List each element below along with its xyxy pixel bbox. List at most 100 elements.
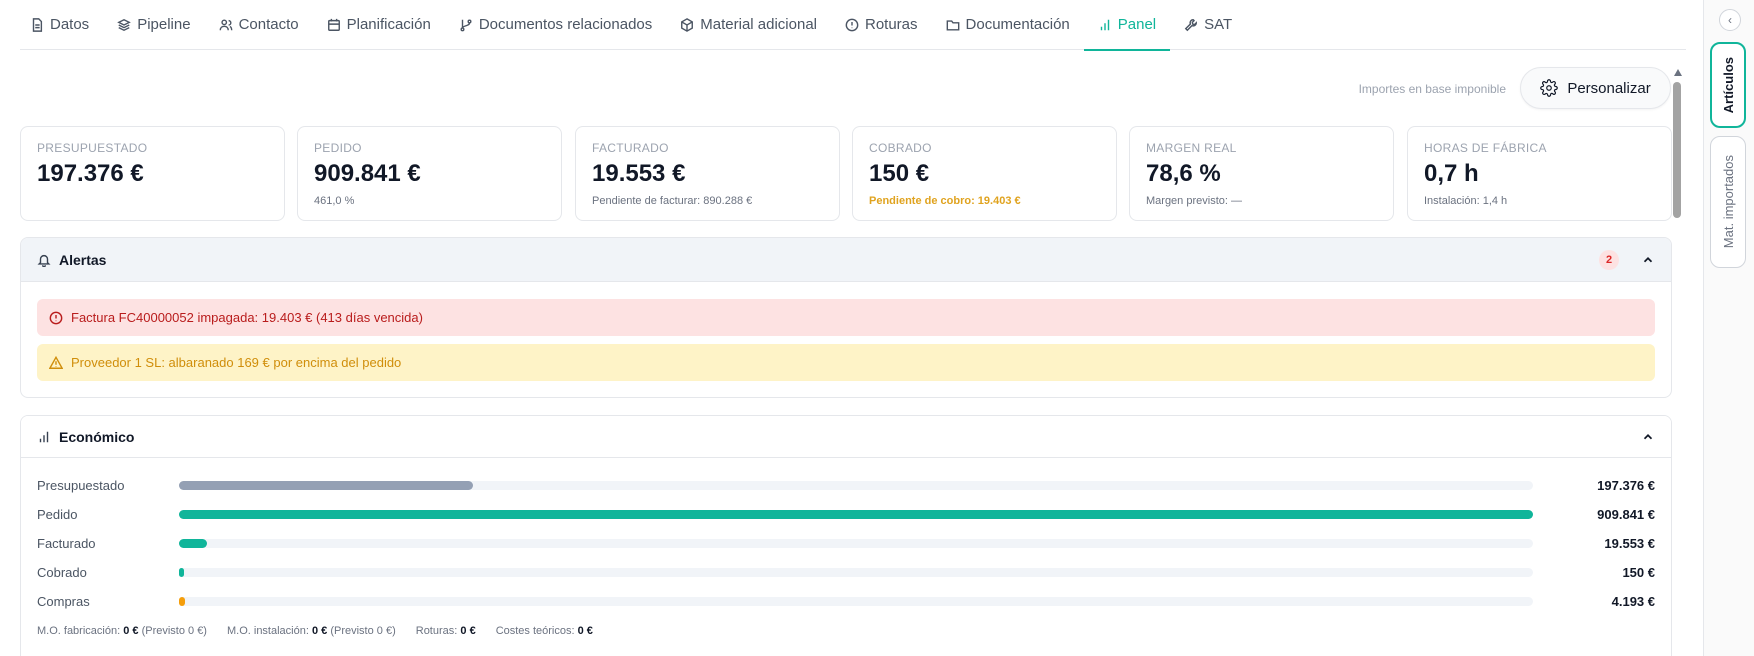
row-amount: 150 € bbox=[1622, 564, 1655, 580]
economico-section: Económico Presupuestado 197.376 € Pedido… bbox=[20, 415, 1672, 656]
chevron-up-icon bbox=[1643, 256, 1653, 262]
folder-icon bbox=[946, 19, 959, 31]
kpi-label: Facturado bbox=[592, 141, 669, 155]
imponible-note: Importes en base imponible bbox=[1358, 82, 1506, 96]
alerts-title: Alertas bbox=[59, 251, 107, 268]
page: Datos Pipeline Contacto Planificación Do… bbox=[0, 0, 1754, 656]
kpi-value: 909.841 € bbox=[314, 160, 421, 187]
tab-sat[interactable]: SAT bbox=[1170, 0, 1246, 50]
git-branch-icon bbox=[460, 18, 472, 31]
kpi-card-pedido: Pedido 909.841 € 461,0 % bbox=[297, 126, 562, 221]
tab-material-adicional[interactable]: Material adicional bbox=[666, 0, 831, 50]
economico-footer: M.O. fabricación: 0 € (Previsto 0 €) M.O… bbox=[37, 625, 593, 637]
kpi-sub: Margen previsto: — bbox=[1146, 195, 1242, 207]
gear-icon bbox=[1540, 79, 1559, 97]
tab-label: Material adicional bbox=[700, 16, 817, 33]
tab-label: Pipeline bbox=[137, 16, 191, 33]
kpi-label: Presupuestado bbox=[37, 141, 148, 155]
tab-planificacion[interactable]: Planificación bbox=[313, 0, 445, 50]
tab-label: Planificación bbox=[346, 16, 431, 33]
personalizar-button[interactable]: Personalizar bbox=[1520, 67, 1671, 109]
alerts-header[interactable]: Alertas 2 bbox=[21, 238, 1671, 282]
wrench-icon bbox=[1184, 18, 1198, 31]
calendar-icon bbox=[327, 18, 340, 31]
row-amount: 909.841 € bbox=[1597, 506, 1655, 522]
alert-warning: Proveedor 1 SL: albaranado 169 € por enc… bbox=[37, 344, 1655, 381]
scroll-up-arrow[interactable] bbox=[1674, 69, 1682, 76]
kpi-label: Horas de fábrica bbox=[1424, 141, 1547, 155]
rail-tab-mat-importados[interactable]: Mat. importados bbox=[1710, 136, 1746, 268]
progress-fill bbox=[179, 509, 1533, 519]
progress-track bbox=[179, 509, 1533, 519]
row-label: Cobrado bbox=[37, 564, 87, 580]
economico-title: Económico bbox=[59, 428, 135, 445]
row-label: Facturado bbox=[37, 535, 96, 551]
chevron-left-icon[interactable]: ‹ bbox=[1719, 9, 1741, 31]
alert-text: Factura FC40000052 impagada: 19.403 € (4… bbox=[71, 310, 423, 325]
scrollbar-thumb[interactable] bbox=[1673, 82, 1681, 218]
row-amount: 4.193 € bbox=[1611, 593, 1655, 609]
kpi-card-presupuestado: Presupuestado 197.376 € bbox=[20, 126, 285, 221]
progress-track bbox=[179, 480, 1533, 490]
progress-fill bbox=[179, 596, 186, 606]
economico-row-cobrado: Cobrado 150 € bbox=[37, 563, 1655, 581]
tab-panel[interactable]: Panel bbox=[1083, 0, 1171, 51]
footer-item: Roturas: 0 € bbox=[415, 625, 476, 637]
alert-circle-icon bbox=[49, 311, 63, 324]
progress-track bbox=[179, 596, 1533, 606]
economico-row-compras: Compras 4.193 € bbox=[37, 592, 1655, 610]
personalizar-label: Personalizar bbox=[1567, 79, 1651, 97]
kpi-label: Margen real bbox=[1146, 141, 1237, 155]
tab-roturas[interactable]: Roturas bbox=[831, 0, 932, 50]
tab-label: Datos bbox=[50, 16, 90, 33]
kpi-sub: 461,0 % bbox=[314, 195, 355, 207]
economico-header[interactable]: Económico bbox=[21, 416, 1671, 458]
collapse-toggle[interactable] bbox=[1641, 253, 1655, 267]
users-icon bbox=[219, 18, 232, 30]
kpi-value: 0,7 h bbox=[1424, 160, 1479, 187]
alert-text: Proveedor 1 SL: albaranado 169 € por enc… bbox=[71, 355, 402, 370]
chevron-up-icon bbox=[1643, 433, 1653, 439]
warning-triangle-icon bbox=[49, 355, 63, 369]
collapse-toggle[interactable] bbox=[1641, 430, 1655, 444]
progress-fill bbox=[179, 567, 184, 577]
progress-track bbox=[179, 538, 1533, 548]
kpi-value: 19.553 € bbox=[592, 160, 686, 187]
kpi-value: 197.376 € bbox=[37, 160, 144, 187]
kpi-sub: Pendiente de facturar: 890.288 € bbox=[592, 195, 753, 207]
rail-tab-articulos[interactable]: Artículos bbox=[1710, 42, 1746, 128]
tab-label: Roturas bbox=[865, 16, 918, 33]
kpi-card-margen-real: Margen real 78,6 % Margen previsto: — bbox=[1129, 126, 1394, 221]
tab-datos[interactable]: Datos bbox=[20, 0, 103, 50]
tab-label: Documentación bbox=[965, 16, 1070, 33]
tab-label: SAT bbox=[1204, 16, 1233, 33]
package-icon bbox=[681, 17, 694, 32]
tab-pipeline[interactable]: Pipeline bbox=[103, 0, 204, 50]
row-label: Pedido bbox=[37, 506, 78, 522]
progress-track bbox=[179, 567, 1533, 577]
right-rail: ‹ Artículos Mat. importados bbox=[1703, 0, 1754, 656]
footer-item: M.O. instalación: 0 € (Previsto 0 €) bbox=[226, 625, 396, 637]
layers-icon bbox=[117, 18, 132, 31]
tab-label: Panel bbox=[1117, 16, 1157, 33]
progress-fill bbox=[179, 538, 208, 548]
tab-documentos-relacionados[interactable]: Documentos relacionados bbox=[445, 0, 666, 50]
kpi-value: 150 € bbox=[869, 160, 930, 187]
economico-row-presupuestado: Presupuestado 197.376 € bbox=[37, 476, 1655, 494]
tab-documentacion[interactable]: Documentación bbox=[932, 0, 1084, 50]
bar-chart-icon bbox=[1100, 19, 1109, 30]
row-amount: 197.376 € bbox=[1597, 477, 1655, 493]
kpi-sub: Instalación: 1,4 h bbox=[1424, 195, 1508, 207]
tab-label: Contacto bbox=[238, 16, 299, 33]
kpi-card-horas-fabrica: Horas de fábrica 0,7 h Instalación: 1,4 … bbox=[1407, 126, 1672, 221]
row-amount: 19.553 € bbox=[1604, 535, 1655, 551]
alert-circle-icon bbox=[845, 18, 859, 31]
row-label: Compras bbox=[37, 593, 90, 609]
footer-item: Costes teóricos: 0 € bbox=[495, 625, 593, 637]
alert-error: Factura FC40000052 impagada: 19.403 € (4… bbox=[37, 299, 1655, 336]
tab-label: Documentos relacionados bbox=[478, 16, 653, 33]
bell-icon bbox=[37, 254, 51, 267]
progress-fill bbox=[179, 480, 473, 490]
footer-item: M.O. fabricación: 0 € (Previsto 0 €) bbox=[37, 625, 207, 637]
tab-contacto[interactable]: Contacto bbox=[205, 0, 313, 50]
